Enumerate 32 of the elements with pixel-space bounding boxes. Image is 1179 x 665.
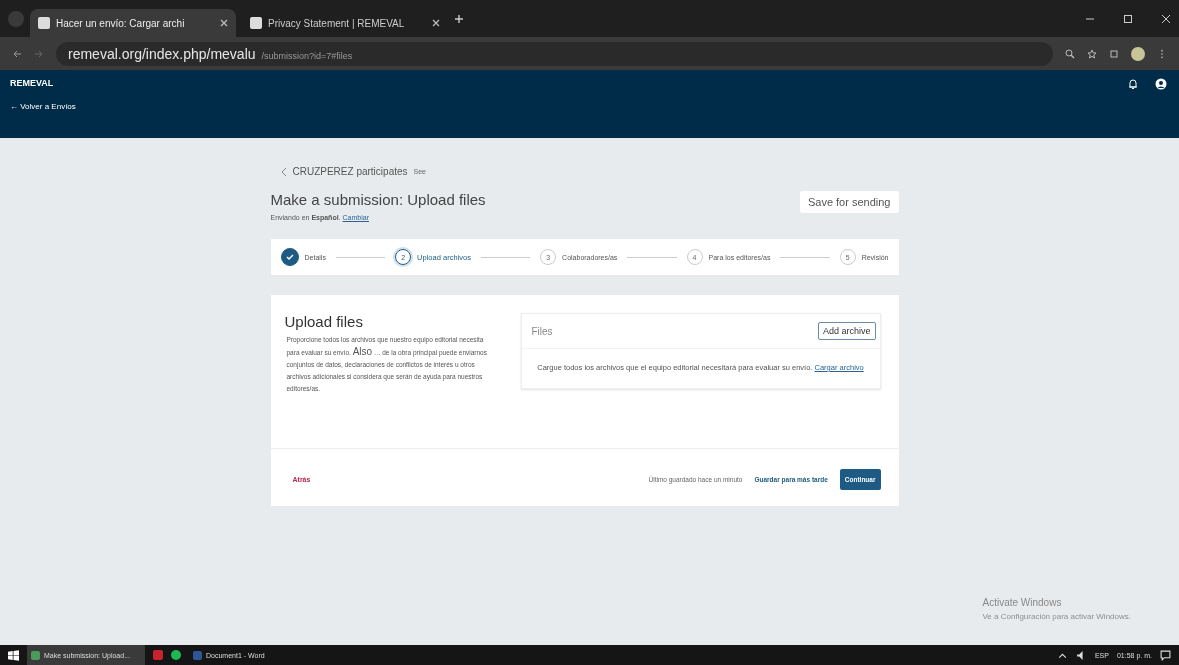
bell-icon[interactable] (1127, 78, 1139, 90)
address-field[interactable]: remeval.org/index.php/mevalu /submission?id=7#files (56, 41, 1053, 66)
new-tab-icon[interactable] (454, 13, 464, 24)
browser-tab[interactable]: Privacy Statement | REMEVAL (242, 9, 448, 37)
zoom-icon[interactable] (1065, 48, 1075, 59)
close-icon[interactable] (220, 19, 228, 27)
browser-tab[interactable]: Hacer un envío: Cargar archi (30, 9, 236, 37)
activation-title: Activate Windows (982, 597, 1063, 608)
tab-title: Privacy Statement | REMEVAL (268, 17, 406, 29)
start-icon[interactable] (8, 649, 19, 661)
notification-icon[interactable] (1160, 649, 1171, 661)
tab-title: Hacer un envío: Cargar archi (56, 17, 186, 29)
close-icon[interactable] (1161, 13, 1171, 24)
files-heading: Files (531, 325, 553, 337)
site-favicon-icon (38, 17, 50, 29)
back-arrow-icon[interactable] (12, 48, 22, 59)
profile-avatar-icon[interactable] (1131, 46, 1145, 61)
site-favicon-icon (250, 17, 262, 29)
site-title[interactable]: REMEVAL (10, 78, 1111, 88)
star-icon[interactable] (1087, 48, 1097, 59)
add-file-button[interactable]: Add archive (817, 322, 876, 340)
breadcrumb-text: CRUZPEREZ participates (292, 166, 408, 177)
page-title: Make a submission: Upload files (270, 191, 486, 208)
user-icon[interactable] (1155, 78, 1167, 90)
chevron-icon[interactable] (280, 166, 287, 177)
section-title: Upload files (284, 313, 364, 330)
extensions-icon[interactable] (1109, 48, 1119, 59)
save-button[interactable]: Save for sending (799, 191, 899, 213)
close-icon[interactable] (432, 19, 440, 27)
activation-hint: Ve a Configuración para activar Windows. (982, 612, 1131, 621)
back-link[interactable]: ← Volver a Envíos (10, 102, 1111, 111)
maximize-icon[interactable] (1123, 13, 1133, 24)
